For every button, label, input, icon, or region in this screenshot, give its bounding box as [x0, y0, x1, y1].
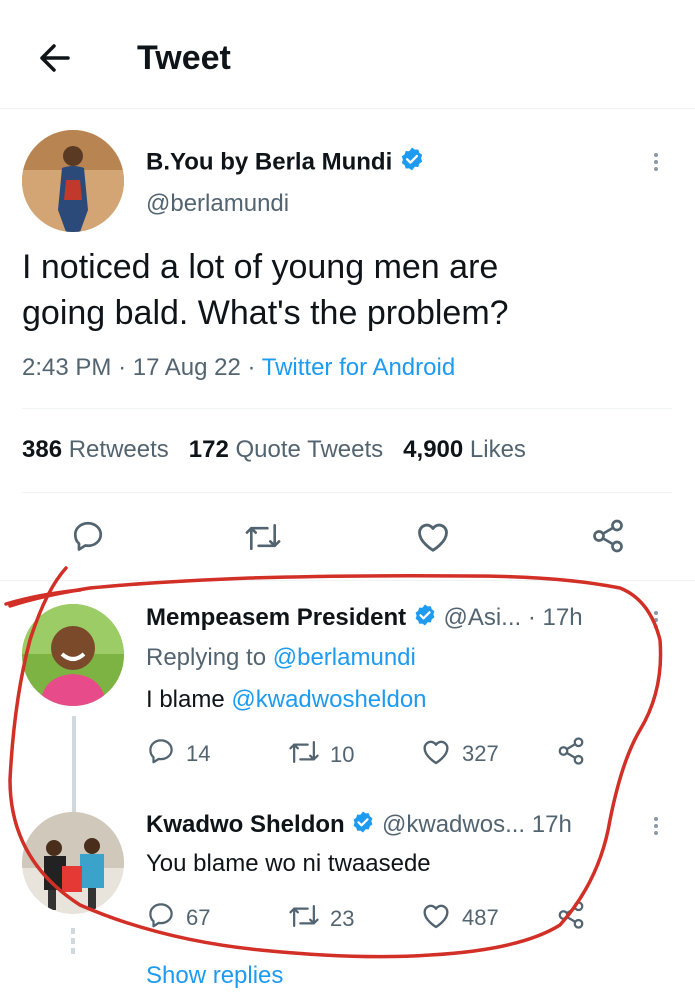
reply-author-name[interactable]: Kwadwo Sheldon — [146, 811, 345, 838]
tweet-text-line: going bald. What's the problem? — [22, 294, 509, 332]
replying-to-label: Replying to — [146, 644, 267, 671]
likes-label: Likes — [469, 436, 526, 463]
reply-action[interactable]: 67 — [146, 900, 210, 935]
top-bar: Tweet — [0, 0, 695, 109]
reply-time: · 17h — [527, 603, 583, 631]
tweet-source-link[interactable]: Twitter for Android — [262, 354, 455, 381]
retweet-icon[interactable] — [244, 520, 282, 559]
show-replies-link[interactable]: Show replies — [146, 962, 283, 990]
more-options-icon[interactable] — [652, 814, 660, 838]
verified-badge-icon — [399, 146, 425, 180]
divider — [22, 408, 672, 409]
divider — [22, 492, 672, 493]
tweet-meta: 2:43 PM · 17 Aug 22 · Twitter for Androi… — [22, 354, 455, 382]
reply-icon[interactable] — [70, 518, 106, 559]
share-icon[interactable] — [556, 900, 586, 935]
reply-header: Kwadwo Sheldon @kwadwos... 17h — [146, 810, 572, 841]
verified-badge-icon — [413, 603, 437, 634]
thread-line — [72, 716, 76, 812]
reply-icon — [146, 900, 176, 935]
share-icon[interactable] — [556, 736, 586, 771]
tweet-time: 2:43 PM — [22, 354, 112, 381]
like-heart-icon — [420, 736, 452, 771]
retweet-action[interactable]: 23 — [288, 902, 354, 935]
like-heart-icon — [420, 900, 452, 935]
retweets-count: 386 — [22, 436, 63, 463]
reply-text: You blame wo ni twaasede — [146, 850, 431, 877]
tweet-stats: 386 Retweets 172 Quote Tweets 4,900 Like… — [22, 436, 526, 464]
like-heart-icon[interactable] — [414, 518, 452, 559]
divider — [0, 580, 695, 581]
retweet-count: 23 — [330, 905, 355, 931]
reply-time: 17h — [531, 810, 572, 838]
tweet-date: 17 Aug 22 — [132, 354, 241, 381]
reply-avatar[interactable] — [22, 812, 124, 914]
retweet-count: 10 — [330, 741, 355, 767]
retweet-icon — [288, 902, 320, 935]
reply-text: I blame @kwadwosheldon — [146, 686, 427, 714]
reply-action[interactable]: 14 — [146, 736, 210, 771]
share-icon[interactable] — [590, 518, 626, 559]
more-options-icon[interactable] — [652, 150, 660, 174]
reply-avatar[interactable] — [22, 604, 124, 706]
meta-separator: · — [118, 354, 127, 381]
author-name[interactable]: B.You by Berla Mundi — [146, 148, 392, 175]
thread-dots — [68, 928, 78, 958]
avatar[interactable] — [22, 130, 124, 232]
retweets-label: Retweets — [68, 436, 169, 463]
reply-count: 67 — [186, 904, 211, 930]
verified-badge-icon — [351, 810, 375, 841]
like-count: 487 — [462, 904, 499, 930]
reply-author-handle[interactable]: @kwadwos... — [382, 811, 525, 838]
meta-separator: · — [247, 354, 256, 381]
quotes-count: 172 — [188, 436, 229, 463]
back-arrow-icon[interactable] — [34, 38, 74, 78]
reply-text-prefix: I blame — [146, 686, 225, 713]
retweet-icon — [288, 738, 320, 771]
replying-to: Replying to @berlamundi — [146, 644, 416, 672]
reply-mention[interactable]: @kwadwosheldon — [231, 686, 426, 713]
like-action[interactable]: 487 — [420, 900, 499, 935]
tweet-text-line: I noticed a lot of young men are — [22, 248, 499, 286]
replying-to-mention[interactable]: @berlamundi — [273, 644, 416, 671]
reply-author-name[interactable]: Mempeasem President — [146, 604, 406, 631]
retweets-stat[interactable]: 386 Retweets — [22, 436, 169, 463]
reply-author-handle[interactable]: @Asi... — [443, 604, 521, 631]
reply-icon — [146, 736, 176, 771]
reply-count: 14 — [186, 740, 211, 766]
quotes-label: Quote Tweets — [235, 436, 384, 463]
tweet-text: I noticed a lot of young men are going b… — [22, 244, 682, 336]
likes-count: 4,900 — [403, 436, 464, 463]
quotes-stat[interactable]: 172 Quote Tweets — [189, 436, 383, 463]
retweet-action[interactable]: 10 — [288, 738, 354, 771]
reply-header: Mempeasem President @Asi... · 17h — [146, 603, 583, 634]
like-action[interactable]: 327 — [420, 736, 499, 771]
page-title: Tweet — [137, 39, 231, 77]
likes-stat[interactable]: 4,900 Likes — [403, 436, 526, 463]
like-count: 327 — [462, 740, 499, 766]
more-options-icon[interactable] — [652, 608, 660, 632]
author-handle[interactable]: @berlamundi — [146, 190, 289, 218]
